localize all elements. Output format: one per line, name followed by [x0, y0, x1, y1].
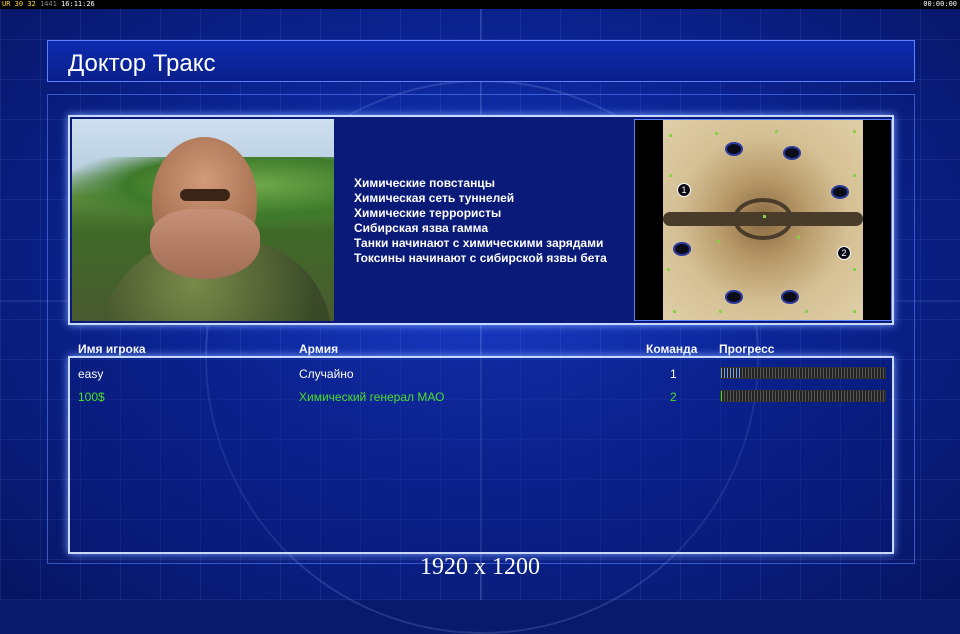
player-progress-fill	[721, 391, 725, 401]
minimap-center-ring	[733, 198, 793, 240]
status-left: UR 30 32 1441 16:11:26	[2, 0, 95, 9]
general-portrait	[72, 119, 334, 321]
minimap: 1 2	[634, 119, 892, 321]
minimap-unit-dot	[667, 268, 670, 271]
minimap-terrain: 1 2	[663, 120, 863, 320]
minimap-unit-dot	[715, 132, 718, 135]
description-line: Токсины начинают с сибирской язвы бета	[354, 251, 607, 265]
minimap-unit-dot	[853, 268, 856, 271]
title-bar: Доктор Тракс	[47, 40, 915, 82]
minimap-unit-dot	[673, 310, 676, 313]
minimap-unit-dot	[853, 130, 856, 133]
page-title: Доктор Тракс	[68, 50, 216, 77]
column-header-team: Команда	[646, 342, 698, 356]
minimap-unit-dot	[669, 134, 672, 137]
player-name: easy	[78, 367, 104, 381]
minimap-unit-dot	[717, 240, 720, 243]
description-line: Танки начинают с химическими зарядами	[354, 236, 604, 250]
column-header-army: Армия	[299, 342, 339, 356]
minimap-supply-spot	[725, 142, 743, 156]
minimap-unit-dot	[853, 174, 856, 177]
column-header-player: Имя игрока	[78, 342, 146, 356]
column-header-progress: Прогресс	[719, 342, 775, 356]
player-army: Химический генерал МАО	[299, 390, 445, 404]
minimap-start-position-1: 1	[677, 183, 691, 197]
general-description: Химические повстанцы Химическая сеть тун…	[354, 176, 607, 266]
minimap-unit-dot	[797, 236, 800, 239]
description-line: Химические повстанцы	[354, 176, 495, 190]
status-right-clock: 00:00:00	[923, 0, 957, 8]
minimap-unit-dot	[669, 174, 672, 177]
player-progress-fill	[721, 368, 741, 378]
portrait-eyes	[180, 189, 230, 201]
debug-status-bar: UR 30 32 1441 16:11:26 00:00:00	[0, 0, 960, 9]
player-progress-bar	[720, 390, 886, 402]
status-clock: 16:11:26	[61, 0, 95, 8]
portrait-face-wrap	[150, 209, 260, 279]
player-team: 1	[670, 367, 677, 381]
player-army: Случайно	[299, 367, 354, 381]
player-team: 2	[670, 390, 677, 404]
minimap-supply-spot	[781, 290, 799, 304]
minimap-unit-dot	[853, 310, 856, 313]
players-table	[68, 356, 894, 554]
resolution-label: 1920 x 1200	[420, 554, 540, 580]
player-progress-bar	[720, 367, 886, 379]
minimap-unit-dot	[719, 310, 722, 313]
minimap-unit-dot	[775, 130, 778, 133]
minimap-supply-spot	[783, 146, 801, 160]
minimap-supply-spot	[673, 242, 691, 256]
minimap-unit-dot	[763, 215, 766, 218]
status-fps-a: 30	[14, 0, 24, 8]
minimap-start-position-2: 2	[837, 246, 851, 260]
minimap-supply-spot	[725, 290, 743, 304]
description-line: Химические террористы	[354, 206, 502, 220]
minimap-unit-dot	[805, 310, 808, 313]
status-label: UR	[2, 0, 11, 8]
minimap-supply-spot	[831, 185, 849, 199]
player-name: 100$	[78, 390, 105, 404]
status-fps-b: 32	[27, 0, 36, 8]
description-line: Химическая сеть туннелей	[354, 191, 515, 205]
status-frame: 1441	[39, 0, 57, 8]
description-line: Сибирская язва гамма	[354, 221, 488, 235]
